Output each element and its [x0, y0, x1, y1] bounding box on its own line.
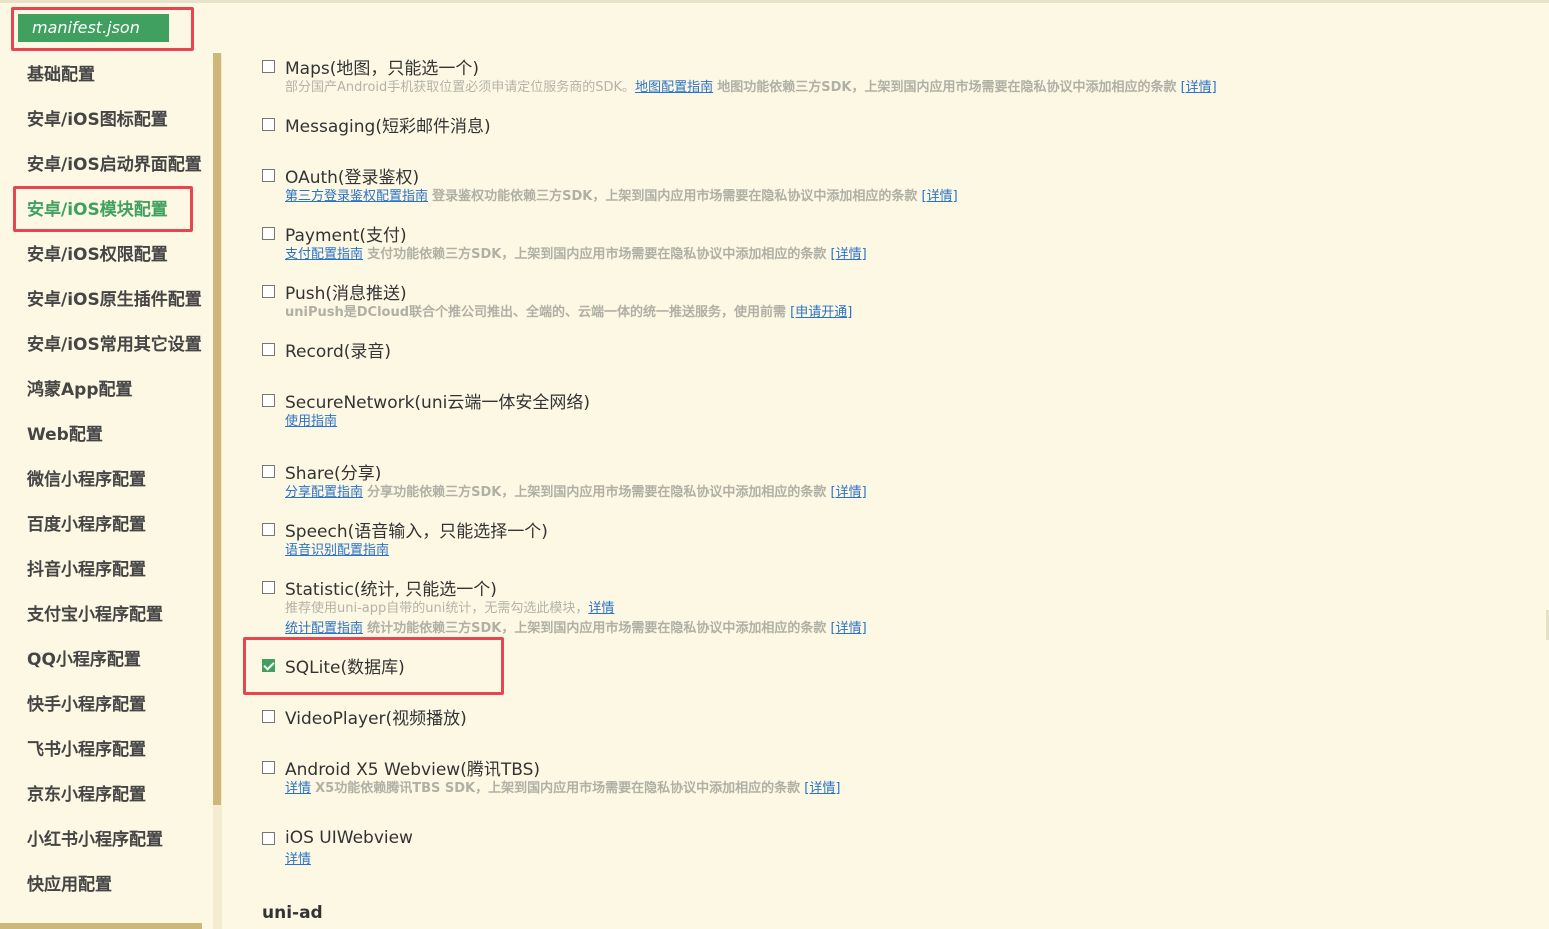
checkbox-android-x5[interactable] [262, 760, 275, 774]
checkbox-maps[interactable] [262, 59, 275, 73]
sidebar-item-android-ios-icon[interactable]: 安卓/iOS图标配置 [27, 98, 168, 143]
compliance-note: 登录鉴权功能依赖三方SDK，上架到国内应用市场需要在隐私协议中添加相应的条款 [432, 189, 918, 204]
checkbox-statistic[interactable] [262, 580, 275, 594]
x5-guide-link[interactable]: 详情 [285, 781, 311, 796]
securenetwork-guide-link[interactable]: 使用指南 [285, 414, 337, 429]
module-label: OAuth(登录鉴权) [285, 167, 420, 188]
checkbox-record[interactable] [262, 342, 275, 356]
module-note: 推荐使用uni-app自带的uni统计，无需勾选此模块， [285, 601, 589, 616]
sqlite-highlight [243, 637, 504, 695]
module-payment: Payment(支付) 支付配置指南 支付功能依赖三方SDK，上架到国内应用市场… [262, 222, 867, 265]
oauth-guide-link[interactable]: 第三方登录鉴权配置指南 [285, 189, 428, 204]
sidebar-item-alipay-mp[interactable]: 支付宝小程序配置 [27, 593, 163, 638]
module-label: iOS UIWebview [285, 828, 413, 848]
module-label: Payment(支付) [285, 225, 407, 246]
sidebar: 基础配置 安卓/iOS图标配置 安卓/iOS启动界面配置 安卓/iOS模块配置 … [0, 53, 222, 929]
sidebar-item-android-ios-splash[interactable]: 安卓/iOS启动界面配置 [27, 143, 202, 188]
checkbox-share[interactable] [262, 464, 275, 478]
compliance-note: 地图功能依赖三方SDK，上架到国内应用市场需要在隐私协议中添加相应的条款 [717, 80, 1177, 95]
maps-details-link[interactable]: [详情] [1181, 80, 1217, 95]
module-label: Record(录音) [285, 341, 392, 362]
sidebar-item-wechat-mp[interactable]: 微信小程序配置 [27, 458, 146, 503]
module-push: Push(消息推送) uniPush是DCloud联合个推公司推出、全端的、云端… [262, 280, 852, 323]
sidebar-item-web[interactable]: Web配置 [27, 413, 103, 458]
sidebar-item-android-ios-native-plugins[interactable]: 安卓/iOS原生插件配置 [27, 278, 202, 323]
module-label: Share(分享) [285, 463, 382, 484]
sidebar-item-kuaishou-mp[interactable]: 快手小程序配置 [27, 683, 146, 728]
module-label: Maps(地图，只能选一个) [285, 58, 479, 79]
checkbox-securenetwork[interactable] [262, 393, 275, 407]
module-label: Speech(语音输入，只能选择一个) [285, 521, 548, 542]
oauth-details-link[interactable]: [详情] [922, 189, 958, 204]
x5-details-link[interactable]: [详情] [804, 781, 840, 796]
module-label: Android X5 Webview(腾讯TBS) [285, 759, 541, 780]
module-maps: Maps(地图，只能选一个) 部分国产Android手机获取位置必须申请定位服务… [262, 55, 1217, 98]
sidebar-item-baidu-mp[interactable]: 百度小程序配置 [27, 503, 146, 548]
module-oauth: OAuth(登录鉴权) 第三方登录鉴权配置指南 登录鉴权功能依赖三方SDK，上架… [262, 164, 958, 207]
horizontal-scrollbar[interactable] [0, 923, 202, 929]
module-statistic: Statistic(统计, 只能选一个) 推荐使用uni-app自带的uni统计… [262, 576, 867, 639]
payment-details-link[interactable]: [详情] [831, 247, 867, 262]
maps-guide-link[interactable]: 地图配置指南 [635, 80, 713, 95]
top-border [0, 0, 1549, 3]
checkbox-messaging[interactable] [262, 117, 275, 131]
module-note: uniPush是DCloud联合个推公司推出、全端的、云端一体的统一推送服务，使… [285, 305, 787, 320]
share-details-link[interactable]: [详情] [831, 485, 867, 500]
module-speech: Speech(语音输入，只能选择一个) 语音识别配置指南 [262, 518, 548, 561]
sidebar-item-jd-mp[interactable]: 京东小程序配置 [27, 773, 146, 818]
module-label: VideoPlayer(视频播放) [285, 708, 467, 729]
module-label: Push(消息推送) [285, 283, 407, 304]
checkbox-speech[interactable] [262, 522, 275, 536]
payment-guide-link[interactable]: 支付配置指南 [285, 247, 363, 262]
sidebar-active-highlight [13, 186, 193, 232]
module-securenetwork: SecureNetwork(uni云端一体安全网络) 使用指南 [262, 389, 590, 432]
sidebar-item-harmony-app[interactable]: 鸿蒙App配置 [27, 368, 133, 413]
module-share: Share(分享) 分享配置指南 分享功能依赖三方SDK，上架到国内应用市场需要… [262, 460, 867, 503]
compliance-note: X5功能依赖腾讯TBS SDK，上架到国内应用市场需要在隐私协议中添加相应的条款 [315, 781, 801, 796]
sidebar-item-qq-mp[interactable]: QQ小程序配置 [27, 638, 141, 683]
module-note: 部分国产Android手机获取位置必须申请定位服务商的SDK。 [285, 80, 636, 95]
push-apply-link[interactable]: [申请开通] [790, 305, 852, 320]
sidebar-scrollbar-thumb[interactable] [213, 53, 221, 805]
uiwebview-guide-link[interactable]: 详情 [285, 852, 311, 867]
checkbox-push[interactable] [262, 284, 275, 298]
checkbox-videoplayer[interactable] [262, 709, 275, 723]
statistic-guide-link[interactable]: 统计配置指南 [285, 621, 363, 636]
module-android-x5: Android X5 Webview(腾讯TBS) 详情 X5功能依赖腾讯TBS… [262, 756, 840, 799]
checkbox-ios-uiwebview[interactable] [262, 831, 275, 845]
sidebar-item-android-ios-other[interactable]: 安卓/iOS常用其它设置 [27, 323, 202, 368]
statistic-note-link[interactable]: 详情 [588, 601, 614, 616]
sidebar-item-basic[interactable]: 基础配置 [27, 53, 95, 98]
module-record: Record(录音) [262, 338, 392, 362]
compliance-note: 支付功能依赖三方SDK，上架到国内应用市场需要在隐私协议中添加相应的条款 [367, 247, 827, 262]
module-label: Statistic(统计, 只能选一个) [285, 579, 497, 600]
compliance-note: 统计功能依赖三方SDK，上架到国内应用市场需要在隐私协议中添加相应的条款 [367, 621, 827, 636]
module-label: Messaging(短彩邮件消息) [285, 116, 491, 137]
checkbox-payment[interactable] [262, 226, 275, 240]
sidebar-item-xiaohongshu-mp[interactable]: 小红书小程序配置 [27, 818, 163, 863]
module-label: SecureNetwork(uni云端一体安全网络) [285, 392, 590, 413]
sidebar-item-android-ios-permissions[interactable]: 安卓/iOS权限配置 [27, 233, 168, 278]
module-ios-uiwebview: iOS UIWebview 详情 [262, 827, 413, 870]
sidebar-item-quickapp[interactable]: 快应用配置 [27, 863, 112, 908]
module-videoplayer: VideoPlayer(视频播放) [262, 705, 467, 729]
file-tab-manifest[interactable]: manifest.json [18, 14, 169, 42]
checkbox-oauth[interactable] [262, 168, 275, 182]
share-guide-link[interactable]: 分享配置指南 [285, 485, 363, 500]
sidebar-item-feishu-mp[interactable]: 飞书小程序配置 [27, 728, 146, 773]
sidebar-item-douyin-mp[interactable]: 抖音小程序配置 [27, 548, 146, 593]
statistic-details-link[interactable]: [详情] [831, 621, 867, 636]
compliance-note: 分享功能依赖三方SDK，上架到国内应用市场需要在隐私协议中添加相应的条款 [367, 485, 827, 500]
module-messaging: Messaging(短彩邮件消息) [262, 113, 491, 137]
section-title-uni-ad: uni-ad [262, 903, 323, 923]
speech-guide-link[interactable]: 语音识别配置指南 [285, 543, 389, 558]
